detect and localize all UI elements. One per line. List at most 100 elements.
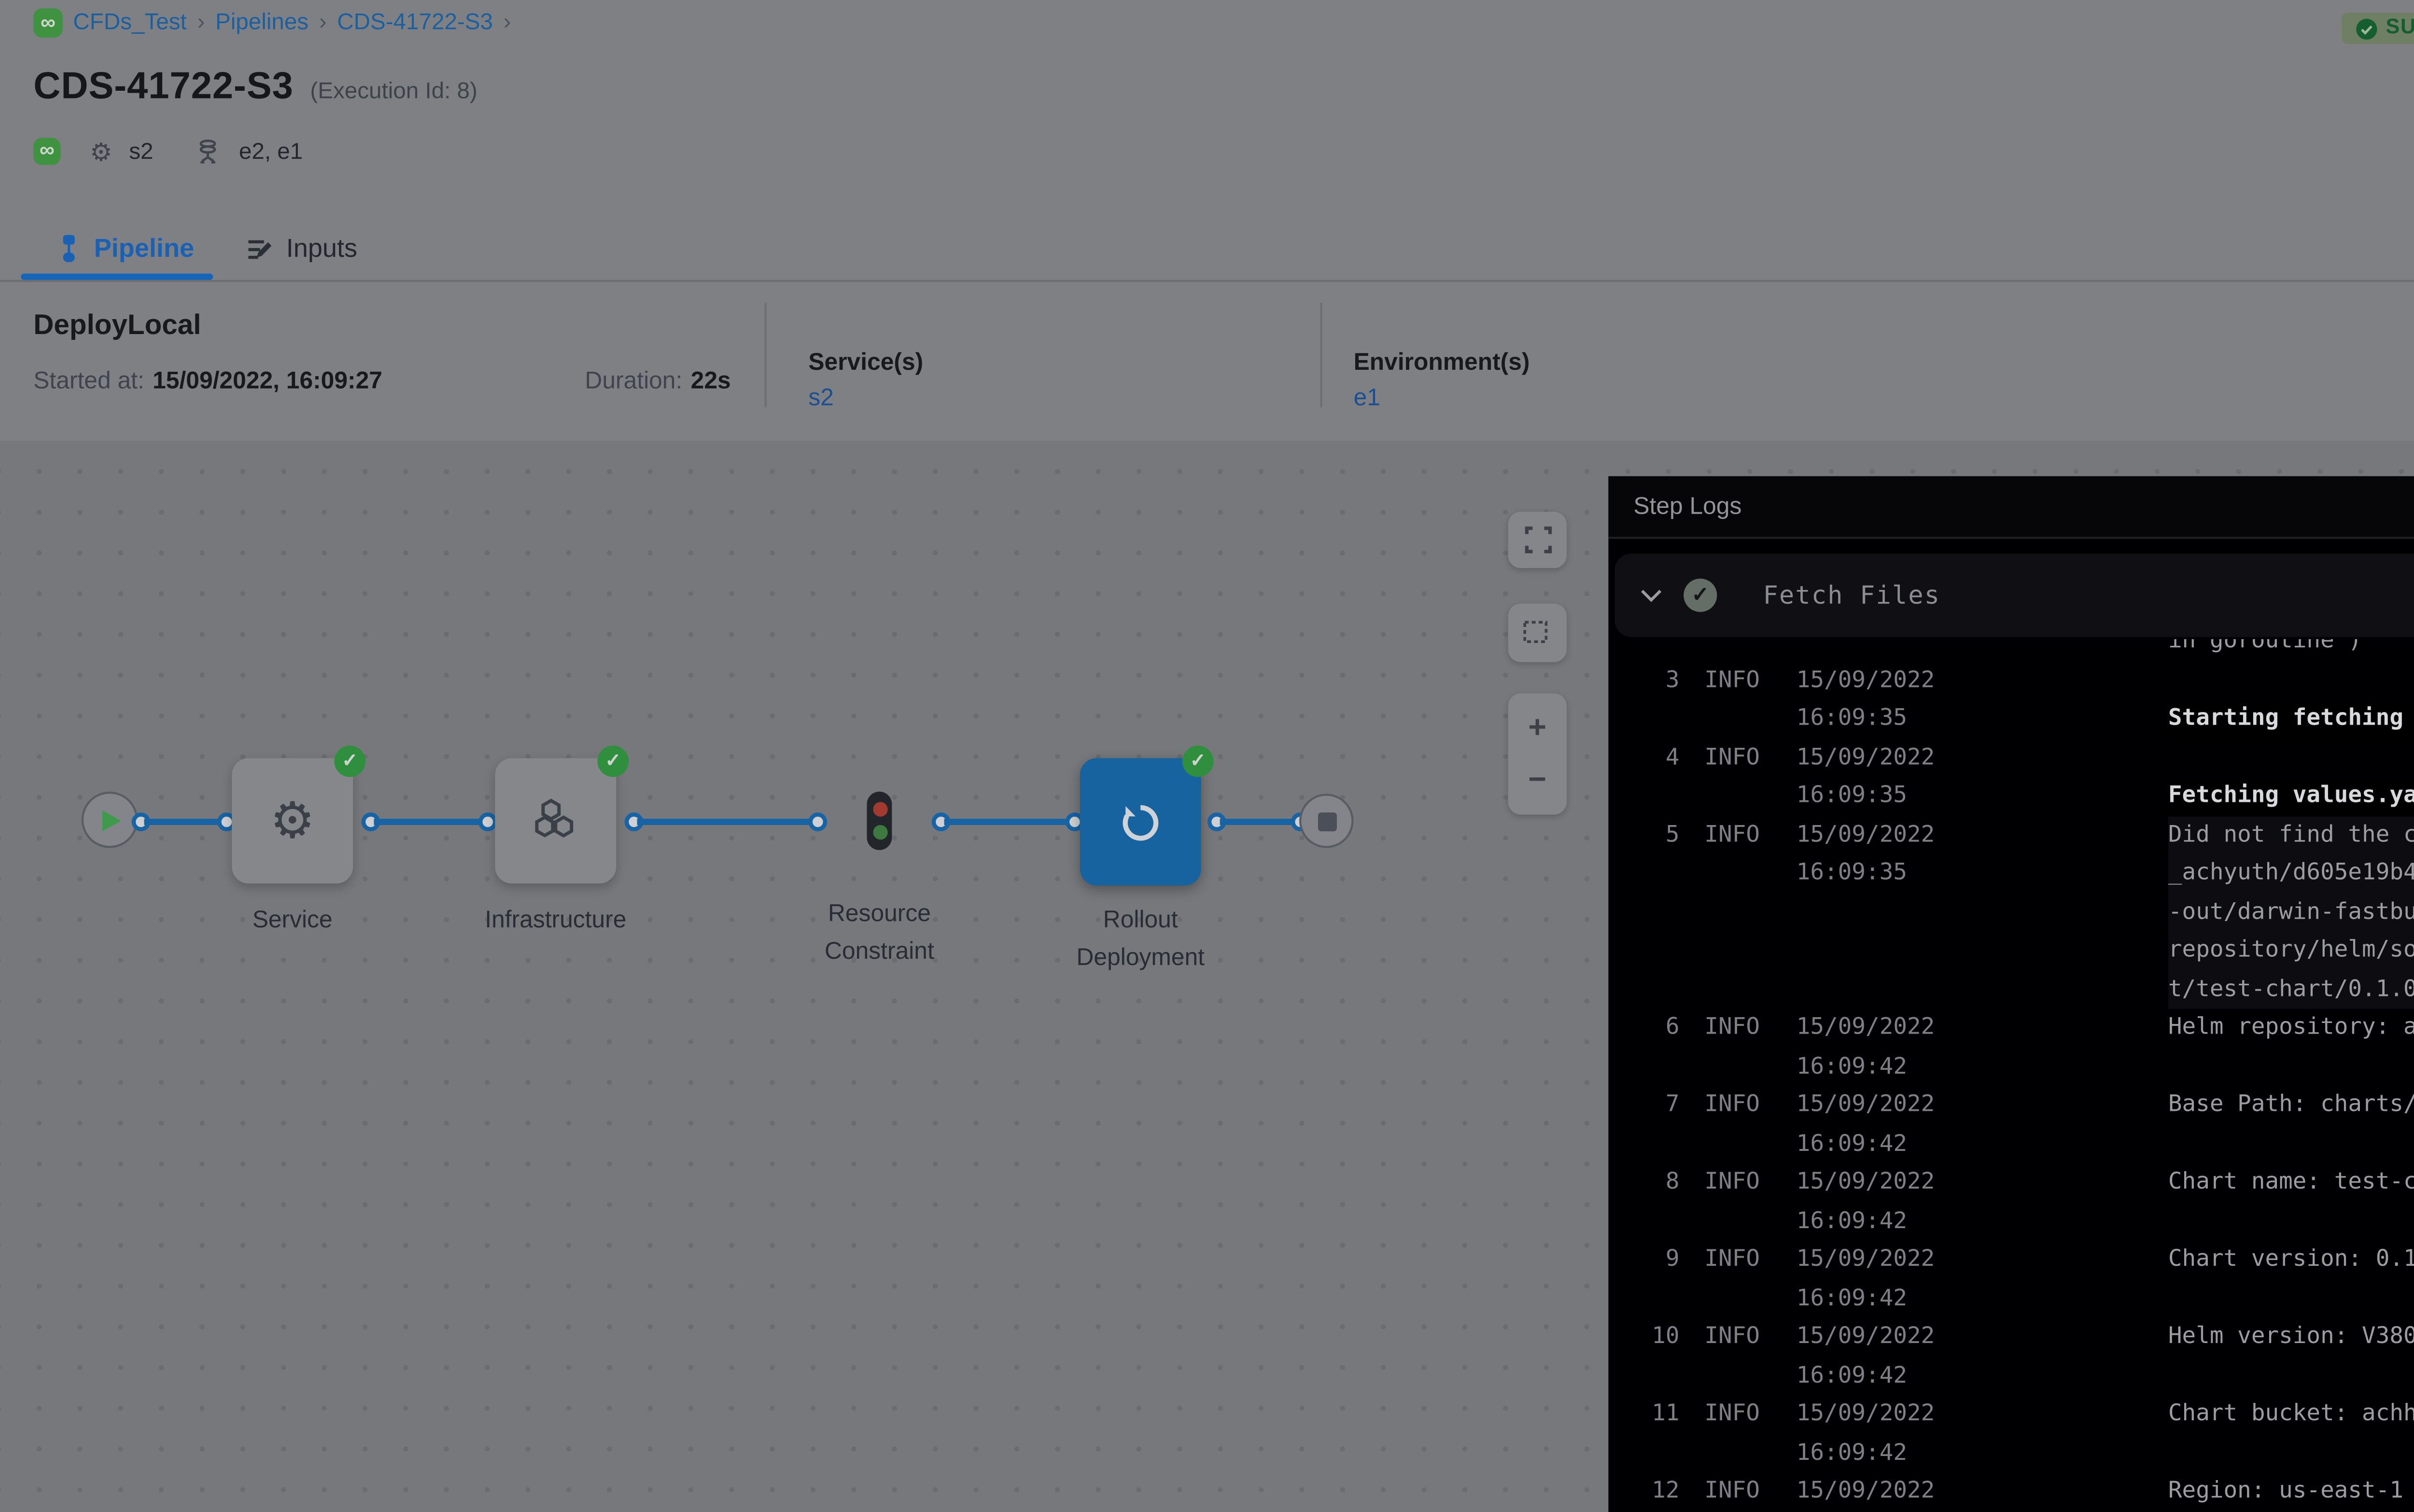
node-rollout-deployment[interactable]: ✓ <box>1080 758 1201 886</box>
environments-block: Environment(s) e1 <box>1354 351 1530 411</box>
tags-row: ∞ ⚙ s2 e2, e1 <box>33 138 303 165</box>
log-message: Starting fetching Helm values <box>2168 661 2414 738</box>
divider <box>1320 303 1322 407</box>
end-node[interactable] <box>1299 794 1353 848</box>
harness-status-icon: ∞ <box>33 138 60 165</box>
step-row-fetch-files[interactable]: ✓ Fetch Files ↑ ↓ 9s <box>1614 554 2414 637</box>
header-actions: SUCCESS Start time 15/09/2022 16:09:26 5… <box>2342 6 2414 50</box>
log-line-number: 12 <box>1633 1472 1679 1512</box>
tab-pipeline[interactable]: Pipeline <box>56 234 194 264</box>
log-message: Region: us-east-1 <box>2168 1472 2414 1512</box>
service-link[interactable]: s2 <box>808 386 834 411</box>
select-region-button[interactable] <box>1508 603 1567 662</box>
log-timestamp: 15/09/2022 16:09:42 <box>1796 1009 2055 1086</box>
traffic-green-icon <box>872 826 886 840</box>
node-infrastructure[interactable]: ✓ <box>495 758 616 884</box>
gear-icon: ⚙ <box>270 791 315 851</box>
breadcrumb-link[interactable]: Pipelines <box>215 11 309 36</box>
log-line-number: 4 <box>1633 738 1679 815</box>
log-message: Helm version: V380 <box>2168 1318 2414 1395</box>
log-line: 4 INFO 15/09/2022 16:09:35 Fetching values.… <box>1608 738 2414 815</box>
log-message: Fetching values.yaml from helm chart rep… <box>2168 738 2414 815</box>
log-line-number: 7 <box>1633 1086 1679 1163</box>
app-window: ∞ CFDs_Test›Pipelines›CDS-41722-S3› CDS-… <box>0 0 2414 1512</box>
tab-bar: Pipeline Inputs Console View <box>0 217 2414 282</box>
log-highlight-chip: Starting fetching Helm values <box>2160 700 2414 738</box>
log-message: Chart version: 0.1.0 <box>2168 1241 2414 1318</box>
connector <box>374 819 482 824</box>
start-node[interactable] <box>82 792 138 848</box>
log-level: INFO <box>1704 1009 1771 1086</box>
node-service[interactable]: ⚙ ✓ <box>232 758 353 884</box>
connector-dot <box>478 812 497 831</box>
connector <box>144 819 228 824</box>
log-line-number: 5 <box>1633 815 1679 1008</box>
log-message-row <box>2168 738 2414 777</box>
environment-link[interactable]: e1 <box>1354 386 1380 411</box>
rollout-icon <box>1118 799 1164 845</box>
log-line-number: 11 <box>1633 1395 1679 1472</box>
node-label-service: Service <box>209 904 376 941</box>
connector <box>1220 819 1295 824</box>
active-tab-underline <box>21 274 213 280</box>
step-success-icon: ✓ <box>1684 578 1717 612</box>
node-resource-constraint[interactable] <box>867 792 892 850</box>
execution-id: (Execution Id: 8) <box>310 79 477 104</box>
log-message-row: Helm repository: aws-qa-setup-modified <box>2168 1009 2414 1048</box>
log-line: 3INFO15/09/2022 16:09:35Starting fetchin… <box>1608 661 2414 738</box>
log-line-number: 9 <box>1633 1241 1679 1318</box>
fullscreen-button[interactable] <box>1508 512 1567 568</box>
log-line: 7INFO15/09/2022 16:09:42Base Path: chart… <box>1608 1086 2414 1163</box>
play-icon <box>102 810 121 830</box>
breadcrumb-separator: › <box>319 11 327 36</box>
log-line: 5INFO15/09/2022 16:09:35Did not find the… <box>1608 815 2414 1008</box>
log-level: INFO <box>1704 738 1771 815</box>
node-label-infrastructure: Infrastructure <box>451 904 660 941</box>
traffic-red-icon <box>872 801 886 816</box>
stage-duration: Duration: 22s <box>585 370 730 395</box>
services-label: Service(s) <box>808 351 923 376</box>
log-message-row: _achyuth/d605e19b46448ceaacb01fb4c19633a… <box>2168 854 2414 893</box>
connector-dot <box>808 812 827 831</box>
tab-inputs[interactable]: Inputs <box>247 234 358 264</box>
log-message-row <box>2168 661 2414 700</box>
service-gear-icon: ⚙ <box>90 139 112 164</box>
success-check-icon: ✓ <box>597 746 629 777</box>
log-message-row: Did not find the chart and version in lo… <box>2168 815 2414 854</box>
stage-name: DeployLocal <box>33 309 201 340</box>
title-row: CDS-41722-S3 (Execution Id: 8) <box>33 65 477 109</box>
log-timestamp: 15/09/2022 16:09:42 <box>1796 1318 2055 1395</box>
pipeline-icon <box>56 234 82 264</box>
log-level: INFO <box>1704 1472 1771 1512</box>
success-check-icon: ✓ <box>1182 746 1214 777</box>
zoom-in-button[interactable]: + <box>1528 710 1546 746</box>
log-message-row: repository/helm/source/93602db7-89f2-317… <box>2168 932 2414 970</box>
connector <box>944 819 1070 824</box>
log-message: Helm repository: aws-qa-setup-modified <box>2168 1009 2414 1086</box>
log-content[interactable]: in goroutine ) 3INFO15/09/2022 16:09:35S… <box>1608 639 2414 1512</box>
environment-tag: e2, e1 <box>239 139 303 164</box>
step-name: Fetch Files <box>1763 581 1941 610</box>
log-message-row: Chart version: 0.1.0 <box>2168 1241 2414 1279</box>
connector <box>637 819 813 824</box>
breadcrumb-link[interactable]: CDS-41722-S3 <box>337 11 493 36</box>
log-message-row: Base Path: charts/ <box>2168 1086 2414 1125</box>
log-timestamp: 15/09/2022 16:09:35 <box>1796 738 2055 815</box>
breadcrumb-link[interactable]: CFDs_Test <box>73 11 186 36</box>
services-block: Service(s) s2 <box>808 351 923 411</box>
marquee-icon <box>1523 619 1552 646</box>
node-label-resource-constraint: Resource Constraint <box>806 898 953 972</box>
log-line: 9INFO15/09/2022 16:09:42Chart version: 0… <box>1608 1241 2414 1318</box>
breadcrumb: ∞ CFDs_Test›Pipelines›CDS-41722-S3› <box>33 8 511 38</box>
zoom-out-button[interactable]: − <box>1528 762 1546 798</box>
log-line-number: 8 <box>1633 1163 1679 1241</box>
log-timestamp: 15/09/2022 16:09:42 <box>1796 1472 2055 1512</box>
service-tag: s2 <box>129 139 153 164</box>
breadcrumb-separator: › <box>504 11 511 36</box>
node-label-rollout-deployment: Rollout Deployment <box>1057 904 1224 979</box>
log-message-row: Helm version: V380 <box>2168 1318 2414 1357</box>
log-partial-line: in goroutine ) <box>2168 639 2414 661</box>
log-line: 12 INFO 15/09/2022 16:09:42 Region: us-east… <box>1608 1472 2414 1512</box>
log-message: Did not find the chart and version in lo… <box>2168 815 2414 1008</box>
log-message-row: t/test-chart/0.1.0 <box>2168 970 2414 1009</box>
